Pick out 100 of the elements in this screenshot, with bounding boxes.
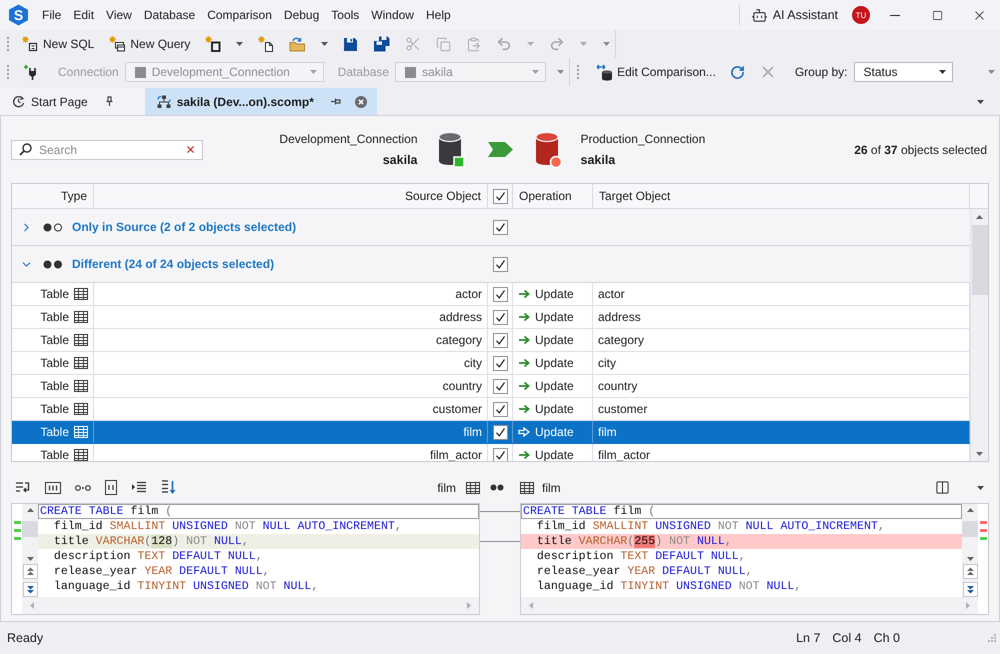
vertical-scrollbar[interactable] <box>970 209 988 461</box>
table-icon <box>74 334 88 346</box>
document-tab[interactable]: sakila (Dev...on).scomp* <box>144 88 377 115</box>
caret-icon <box>580 42 588 46</box>
horizontal-scrollbar[interactable] <box>22 597 479 614</box>
refresh-icon <box>730 64 745 80</box>
column-header[interactable]: Target Object <box>593 184 970 208</box>
menu-item[interactable]: Edit <box>67 4 100 26</box>
horizontal-scrollbar[interactable] <box>521 597 978 614</box>
double-caret-down-icon[interactable] <box>22 582 38 597</box>
resize-grip-icon[interactable] <box>988 634 996 642</box>
search-icon <box>19 143 32 156</box>
menu-item[interactable]: Debug <box>278 4 326 26</box>
menu-item[interactable]: Database <box>138 4 202 26</box>
caret-icon <box>603 42 610 46</box>
table-icon <box>74 357 88 369</box>
checkbox[interactable] <box>492 356 508 370</box>
small-box-icon[interactable] <box>105 480 117 495</box>
close-icon[interactable] <box>354 96 367 108</box>
edit-comparison-button[interactable]: Edit Comparison... <box>592 61 720 83</box>
table-icon <box>74 449 88 461</box>
double-caret-up-icon[interactable] <box>22 564 38 579</box>
menu-item[interactable]: Window <box>365 4 420 26</box>
checkbox[interactable] <box>492 378 508 394</box>
table-row[interactable]: Table address Update address <box>12 306 970 329</box>
database-icon <box>534 130 562 168</box>
target-connection-name: Production_Connection <box>580 132 706 146</box>
caret-up-icon <box>966 508 974 512</box>
document-tab[interactable]: Start Page <box>0 88 145 115</box>
table-icon <box>466 482 480 494</box>
table-row[interactable]: Table actor Update actor <box>12 283 970 306</box>
caret-icon <box>310 70 317 74</box>
caret-up-icon <box>26 508 34 512</box>
dots-icon <box>43 222 63 232</box>
clear-icon[interactable] <box>185 144 196 155</box>
new-query-button[interactable]: New Query <box>105 33 194 55</box>
group-by-dropdown[interactable]: Status <box>854 62 953 82</box>
new-sql-button[interactable]: New SQL <box>18 33 98 55</box>
target-object-name: country <box>598 379 638 393</box>
code-line: release_year YEAR DEFAULT NULL, <box>52 564 271 579</box>
database-icon <box>438 130 466 168</box>
group-label: Different (24 of 24 objects selected) <box>72 257 274 271</box>
menu-item[interactable]: Help <box>420 4 457 26</box>
menu-item[interactable]: Comparison <box>201 4 278 26</box>
arrow-icon <box>518 289 530 299</box>
source-object-name: category <box>436 333 482 347</box>
checkbox[interactable] <box>493 220 508 234</box>
table-row[interactable]: Table film Update film <box>12 421 970 444</box>
caret-down-icon <box>966 557 974 561</box>
table-row[interactable]: Table country Update country <box>12 375 970 398</box>
robot-icon <box>750 6 768 24</box>
two-dots-icon <box>490 484 504 491</box>
circles-dot-icon[interactable] <box>75 484 91 490</box>
column-header[interactable]: Source Object <box>94 184 488 208</box>
checkbox[interactable] <box>492 402 508 416</box>
pin-icon[interactable] <box>330 96 341 107</box>
table-row[interactable]: Table category Update category <box>12 329 970 352</box>
bars-box-icon[interactable] <box>45 482 61 494</box>
indent-icon[interactable] <box>131 481 147 494</box>
menu-item[interactable]: View <box>100 4 138 26</box>
sort-icon[interactable] <box>161 480 177 496</box>
folder-icon <box>289 36 306 52</box>
scrollbar-thumb[interactable] <box>962 521 978 537</box>
menu-item[interactable]: Tools <box>325 4 366 26</box>
checkbox[interactable] <box>492 286 508 302</box>
columns-icon[interactable] <box>935 480 950 495</box>
search-input[interactable]: Search <box>39 142 178 156</box>
caret-icon <box>977 100 984 104</box>
table-icon <box>74 288 88 300</box>
wrap-text-icon[interactable] <box>15 480 31 494</box>
menu-item[interactable]: File <box>36 4 68 26</box>
checkbox[interactable] <box>492 448 508 461</box>
code-line: description TEXT DEFAULT NULL, <box>536 549 747 564</box>
table-row[interactable]: Table city Update city <box>12 352 970 375</box>
caret-icon <box>557 70 564 74</box>
checkbox[interactable] <box>492 332 508 348</box>
new-document-icon <box>22 36 38 52</box>
grip-icon[interactable] <box>577 65 580 79</box>
double-caret-up-icon[interactable] <box>962 564 978 579</box>
checkbox[interactable] <box>492 424 508 440</box>
target-object-name: address <box>598 310 641 324</box>
redo-icon <box>549 36 566 52</box>
table-row[interactable]: Table customer Update customer <box>12 398 970 421</box>
scrollbar-thumb[interactable] <box>22 521 38 537</box>
code-line: film_id SMALLINT UNSIGNED NOT NULL AUTO_INCREMENT, <box>52 519 403 534</box>
checkbox[interactable] <box>493 256 508 272</box>
target-object-name: category <box>598 333 644 347</box>
target-object-label: film <box>542 480 561 494</box>
operation-label: Update <box>535 379 574 393</box>
scrollbar-thumb[interactable] <box>972 225 988 295</box>
column-header[interactable]: Operation <box>513 184 593 208</box>
column-header[interactable]: Type <box>12 184 94 208</box>
select-all-checkbox[interactable] <box>492 188 508 204</box>
arrow-icon <box>488 142 512 157</box>
search-field[interactable]: Search <box>11 140 203 160</box>
checkbox[interactable] <box>492 310 508 324</box>
user-avatar[interactable]: TU <box>852 6 870 24</box>
ai-assistant-button[interactable]: AI Assistant <box>750 3 838 27</box>
pin-icon[interactable] <box>104 96 115 107</box>
double-caret-down-icon[interactable] <box>962 582 978 597</box>
